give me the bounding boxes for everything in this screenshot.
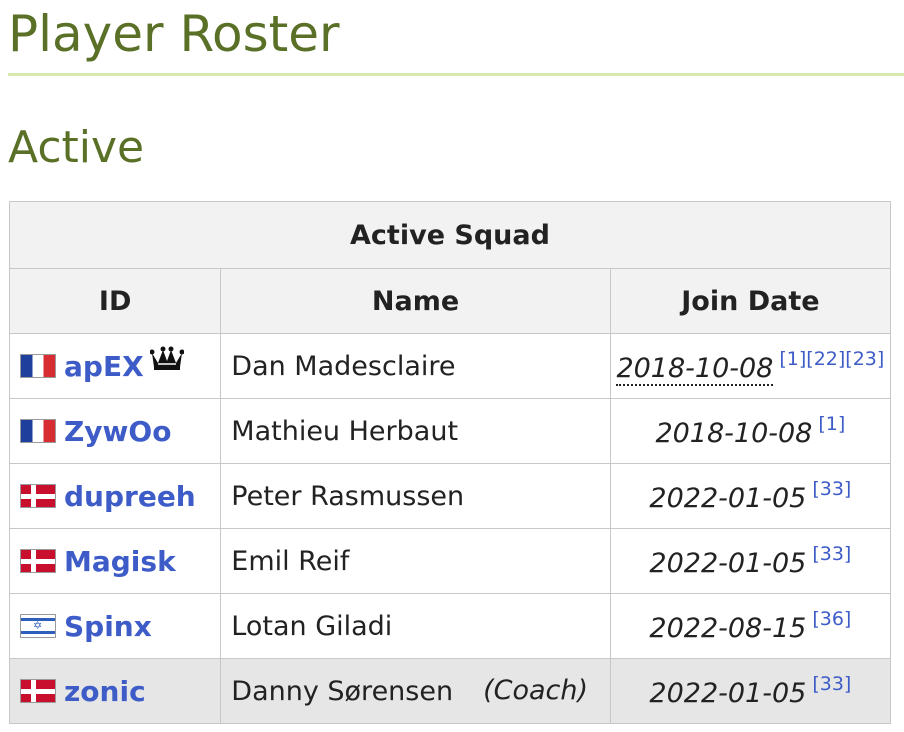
reference-links[interactable]: [36] (812, 608, 851, 630)
title-divider (8, 73, 904, 76)
table-row: dupreeh Peter Rasmussen 2022-01-05 [33] (8, 463, 892, 529)
section-heading: Active (8, 122, 145, 173)
table-caption-row: Active Squad (9, 201, 891, 269)
join-date: 2018-10-08 (616, 353, 774, 386)
player-id-link[interactable]: apEX (64, 350, 144, 383)
reference-links[interactable]: [33] (812, 478, 851, 500)
page-title: Player Roster (8, 5, 340, 63)
player-id-cell: apEX (8, 333, 222, 399)
join-date: 2018-10-08 (655, 418, 813, 449)
player-name-cell: Emil Reif (220, 528, 611, 594)
player-name-cell: Mathieu Herbaut (220, 398, 611, 464)
table-row: Magisk Emil Reif 2022-01-05 [33] (8, 528, 892, 594)
player-name-cell: Lotan Giladi (220, 593, 611, 659)
player-name: Emil Reif (231, 546, 350, 577)
player-name-cell: Danny Sørensen (Coach) (220, 658, 611, 724)
denmark-flag-icon (20, 484, 56, 508)
player-role: (Coach) (483, 675, 589, 706)
join-date-cell: 2018-10-08 [1][22][23] (609, 333, 892, 399)
join-date: 2022-01-05 (649, 483, 807, 514)
player-id-cell: Magisk (8, 528, 222, 594)
join-date: 2022-08-15 (649, 613, 807, 644)
crown-icon (149, 346, 185, 377)
column-header-join-date: Join Date (609, 268, 892, 334)
table-row: ✡ Spinx Lotan Giladi 2022-08-15 [36] (8, 593, 892, 659)
denmark-flag-icon (20, 549, 56, 573)
player-name: Dan Madesclaire (231, 351, 456, 382)
player-id-link[interactable]: zonic (64, 675, 146, 708)
player-name-cell: Dan Madesclaire (220, 333, 611, 399)
player-name: Mathieu Herbaut (231, 416, 459, 447)
roster-table: Active Squad ID Name Join Date apEX Dan … (8, 201, 892, 724)
player-name: Danny Sørensen (231, 676, 454, 707)
player-id-link[interactable]: Magisk (64, 545, 176, 578)
column-header-id: ID (8, 268, 222, 334)
join-date-cell: 2022-01-05 [33] (609, 463, 892, 529)
player-id-cell: dupreeh (8, 463, 222, 529)
player-id-link[interactable]: Spinx (64, 610, 152, 643)
reference-links[interactable]: [33] (812, 673, 851, 695)
table-row: apEX Dan Madesclaire 2018-10-08 [1][22][2… (8, 333, 892, 399)
player-name: Lotan Giladi (231, 611, 393, 642)
column-header-name: Name (220, 268, 611, 334)
join-date: 2022-01-05 (649, 548, 807, 579)
france-flag-icon (20, 419, 56, 443)
player-id-cell: ✡ Spinx (8, 593, 222, 659)
join-date-cell: 2018-10-08 [1] (609, 398, 892, 464)
table-header-row: ID Name Join Date (8, 268, 892, 334)
player-id-cell: zonic (8, 658, 222, 724)
player-id-cell: ZywOo (8, 398, 222, 464)
join-date-cell: 2022-01-05 [33] (609, 658, 892, 724)
join-date: 2022-01-05 (649, 678, 807, 709)
reference-links[interactable]: [1][22][23] (779, 348, 884, 370)
join-date-cell: 2022-08-15 [36] (609, 593, 892, 659)
reference-links[interactable]: [1] (818, 413, 845, 435)
join-date-cell: 2022-01-05 [33] (609, 528, 892, 594)
table-row: zonic Danny Sørensen (Coach) 2022-01-05 [3… (8, 658, 892, 724)
player-name: Peter Rasmussen (231, 481, 465, 512)
table-caption: Active Squad (9, 201, 891, 269)
table-row: ZywOo Mathieu Herbaut 2018-10-08 [1] (8, 398, 892, 464)
france-flag-icon (20, 354, 56, 378)
denmark-flag-icon (20, 679, 56, 703)
player-id-link[interactable]: ZywOo (64, 415, 171, 448)
player-id-link[interactable]: dupreeh (64, 480, 196, 513)
israel-flag-icon: ✡ (20, 614, 56, 638)
reference-links[interactable]: [33] (812, 543, 851, 565)
player-name-cell: Peter Rasmussen (220, 463, 611, 529)
